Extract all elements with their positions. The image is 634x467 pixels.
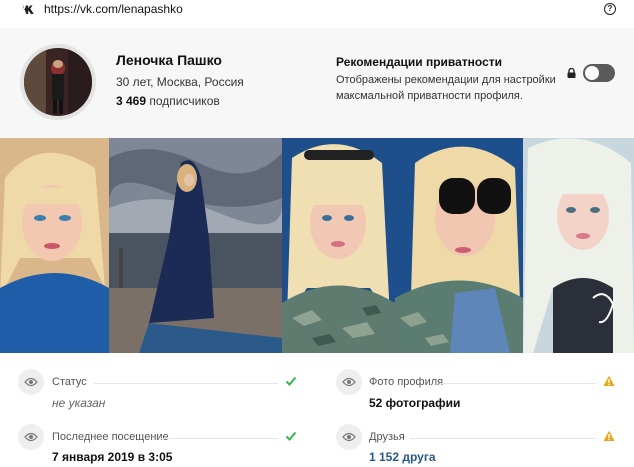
question-icon[interactable]: ? <box>604 3 616 15</box>
divider <box>160 438 278 439</box>
check-icon <box>285 431 297 441</box>
status-value: не указан <box>52 396 106 410</box>
last-seen-label: Последнее посещение <box>52 431 169 443</box>
divider <box>440 383 596 384</box>
profile-details: 30 лет, Москва, Россия <box>116 75 244 89</box>
profile-photos-label: Фото профиля <box>369 376 444 388</box>
eye-icon <box>336 369 362 395</box>
privacy-description: Отображены рекомендации для настройки ма… <box>336 74 556 102</box>
avatar[interactable] <box>24 48 92 116</box>
lock-icon <box>567 68 576 78</box>
check-icon <box>285 376 297 386</box>
warning-icon <box>603 375 615 386</box>
eye-icon <box>18 424 44 450</box>
vk-logo-icon <box>20 5 34 14</box>
followers-count: 3 469 <box>116 94 147 108</box>
last-seen-value: 7 января 2019 в 3:05 <box>52 450 173 464</box>
divider <box>94 383 278 384</box>
warning-icon <box>603 430 615 441</box>
eye-icon <box>18 369 44 395</box>
photo-5[interactable] <box>523 138 634 353</box>
followers-label: подписчиков <box>149 94 220 108</box>
privacy-info: Статус не указан Последнее посещение 7 я… <box>0 353 634 467</box>
profile-header: Леночка Пашко 30 лет, Москва, Россия 3 4… <box>0 28 634 138</box>
photo-strip <box>0 138 634 353</box>
followers-line: 3 469 подписчиков <box>116 94 220 108</box>
privacy-toggle[interactable] <box>583 64 615 82</box>
photo-2[interactable] <box>109 138 282 353</box>
profile-name: Леночка Пашко <box>116 52 222 68</box>
photo-1[interactable] <box>0 138 109 353</box>
friends-value[interactable]: 1 152 друга <box>369 450 436 464</box>
profile-photos-value: 52 фотографии <box>369 396 461 410</box>
address-bar: https://vk.com/lenapashko ? <box>0 0 634 20</box>
friends-label: Друзья <box>369 431 405 443</box>
eye-icon <box>336 424 362 450</box>
divider <box>410 438 596 439</box>
url-text[interactable]: https://vk.com/lenapashko <box>44 2 183 16</box>
photo-4[interactable] <box>395 138 523 353</box>
status-label: Статус <box>52 376 87 388</box>
toggle-knob <box>585 66 599 80</box>
privacy-title: Рекомендации приватности <box>336 55 503 69</box>
photo-3[interactable] <box>282 138 395 353</box>
